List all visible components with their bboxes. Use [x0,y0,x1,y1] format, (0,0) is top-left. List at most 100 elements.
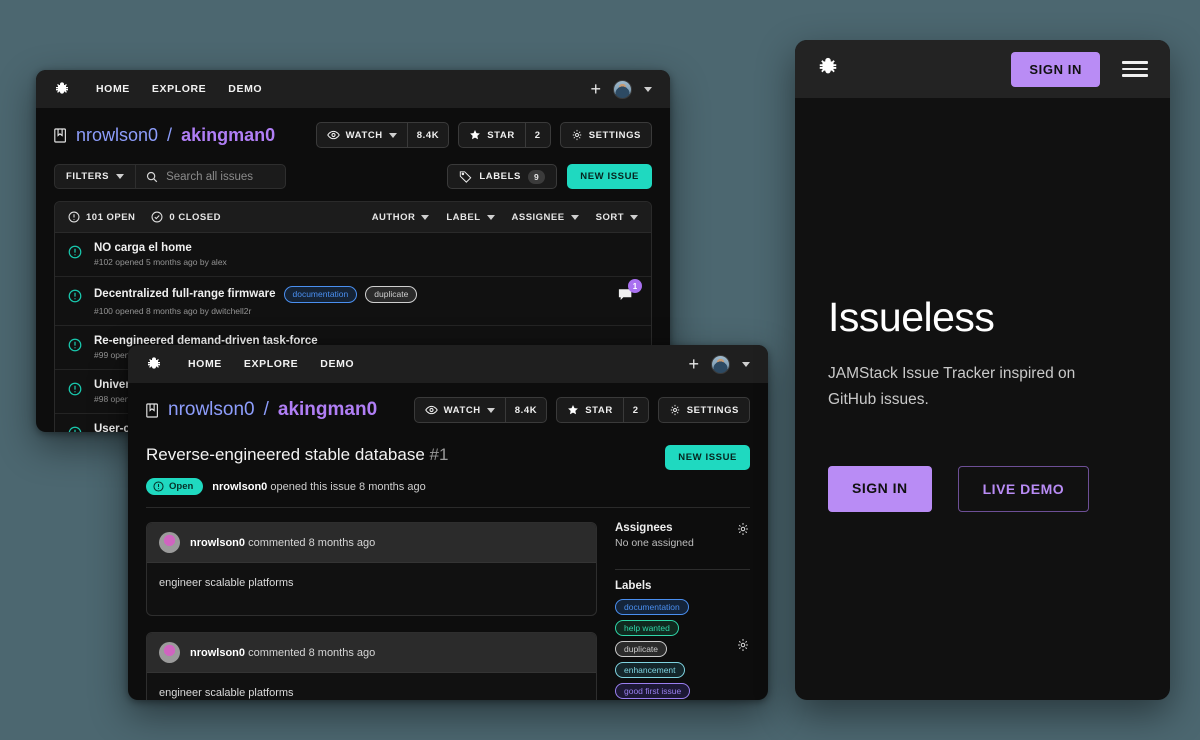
bug-icon[interactable] [54,81,70,97]
nav-links: HOME EXPLORE DEMO [96,83,262,95]
issue-open-icon [68,286,82,308]
divider [615,569,750,570]
hamburger-menu-icon[interactable] [1122,61,1148,77]
table-row[interactable]: NO carga el home #102 opened 5 months ago… [55,233,651,277]
label-chip[interactable]: duplicate [615,641,668,657]
assignees-value: No one assigned [615,537,694,549]
filters-search-box: FILTERS Search all issues [54,164,287,189]
filter-assignee[interactable]: ASSIGNEE [512,212,579,223]
label-chip[interactable]: good first issue [615,683,691,699]
plus-icon[interactable]: + [688,355,699,373]
bug-icon[interactable] [817,56,839,83]
labels-title: Labels [615,580,652,592]
issue-author[interactable]: nrowlson0 [212,481,267,493]
new-issue-button[interactable]: NEW ISSUE [665,445,750,470]
comment-meta: nrowlson0 commented 8 months ago [190,647,375,659]
settings-button[interactable]: SETTINGS [561,123,651,147]
filters-row: FILTERS Search all issues LABELS 9 NEW I… [36,154,670,201]
issue-title[interactable]: Decentralized full-range firmware [94,288,276,300]
issue-title[interactable]: NO carga el home [94,242,192,254]
nav-links: HOME EXPLORE DEMO [188,358,354,370]
issue-open-icon [68,423,82,432]
filters-button[interactable]: FILTERS [55,165,135,188]
labels-button[interactable]: LABELS 9 [447,164,558,189]
repo-owner[interactable]: nrowlson0 [168,399,255,421]
comments-column: nrowlson0 commented 8 months ago engineer… [146,522,597,700]
avatar[interactable] [159,642,180,663]
avatar[interactable] [711,354,730,374]
search-input[interactable]: Search all issues [135,165,285,188]
nav-link-explore[interactable]: EXPLORE [152,83,206,95]
chevron-down-icon[interactable] [421,214,430,220]
chevron-down-icon[interactable] [486,407,495,413]
closed-count[interactable]: 0 CLOSED [151,211,221,223]
plus-icon[interactable]: + [590,80,601,98]
watch-button[interactable]: WATCH [415,398,505,422]
live-demo-button[interactable]: LIVE DEMO [957,466,1090,513]
label-chip[interactable]: documentation [615,599,689,615]
issue-open-icon [153,481,164,492]
star-count: 2 [524,123,550,147]
nav-link-demo[interactable]: DEMO [228,83,262,95]
issue-title-row: Reverse-engineered stable database #1 NE… [146,445,750,470]
watch-button[interactable]: WATCH [317,123,407,147]
star-button[interactable]: STAR [459,123,525,147]
chevron-down-icon[interactable] [630,214,638,220]
issue-open-icon [68,242,82,264]
chevron-down-icon[interactable] [486,214,495,220]
issue-meta: #102 opened 5 months ago by alex [94,257,227,267]
nav-link-demo[interactable]: DEMO [320,358,354,370]
filter-author[interactable]: AUTHOR [372,212,430,223]
phone-navbar: SIGN IN [795,40,1170,98]
page-title: Reverse-engineered stable database #1 [146,445,448,465]
avatar[interactable] [159,532,180,553]
settings-button-group: SETTINGS [559,122,652,148]
comment-author[interactable]: nrowlson0 [190,537,245,549]
signin-top-button[interactable]: SIGN IN [1011,51,1100,87]
filter-sort[interactable]: SORT [596,212,638,223]
chevron-down-icon[interactable] [116,174,125,179]
watch-label: WATCH [345,129,383,141]
issue-row-main: NO carga el home #102 opened 5 months ago… [94,242,638,267]
watch-count: 8.4K [406,123,448,147]
issue-comment-count[interactable]: 1 [618,279,642,308]
repo-separator: / [263,399,269,420]
avatar[interactable] [613,79,632,99]
star-button[interactable]: STAR [557,398,623,422]
repo-separator: / [167,124,173,145]
issue-label-chip[interactable]: duplicate [365,286,418,303]
repo-book-icon [54,127,67,143]
repo-owner[interactable]: nrowlson0 [76,125,158,146]
new-issue-button[interactable]: NEW ISSUE [567,164,652,189]
gear-icon[interactable] [736,638,750,657]
issue-label-chip[interactable]: documentation [283,286,358,303]
nav-link-explore[interactable]: EXPLORE [244,358,298,370]
open-count[interactable]: 101 OPEN [68,211,135,223]
label-chip[interactable]: help wanted [615,620,679,636]
comment-time: commented 8 months ago [248,536,376,549]
chevron-down-icon[interactable] [644,86,652,92]
gear-icon[interactable] [736,522,750,541]
repo-name[interactable]: akingman0 [278,399,377,421]
issues-list-header: 101 OPEN 0 CLOSED AUTHOR LABEL ASSIGNEE … [55,202,651,233]
bug-icon[interactable] [146,356,162,372]
nav-link-home[interactable]: HOME [188,358,222,370]
issue-title-line: Decentralized full-range firmware documen… [94,286,606,303]
label-chip[interactable]: enhancement [615,662,685,678]
labels-count: 9 [527,169,546,184]
settings-button[interactable]: SETTINGS [659,398,749,422]
settings-label: SETTINGS [588,129,641,141]
comment-author[interactable]: nrowlson0 [190,647,245,659]
hero-section: Issueless JAMStack Issue Tracker inspire… [795,294,1170,513]
repo-name[interactable]: akingman0 [181,125,275,146]
issue-closed-icon [151,211,163,223]
chevron-down-icon[interactable] [570,214,579,220]
nav-link-home[interactable]: HOME [96,83,130,95]
chevron-down-icon[interactable] [742,361,750,367]
chevron-down-icon[interactable] [388,132,397,138]
filter-label[interactable]: LABEL [446,212,495,223]
signin-button[interactable]: SIGN IN [828,466,932,513]
star-label: STAR [585,404,613,416]
table-row[interactable]: Decentralized full-range firmware documen… [55,277,651,326]
issue-detail-window: HOME EXPLORE DEMO + nrowlson0 / akingman… [128,345,768,700]
